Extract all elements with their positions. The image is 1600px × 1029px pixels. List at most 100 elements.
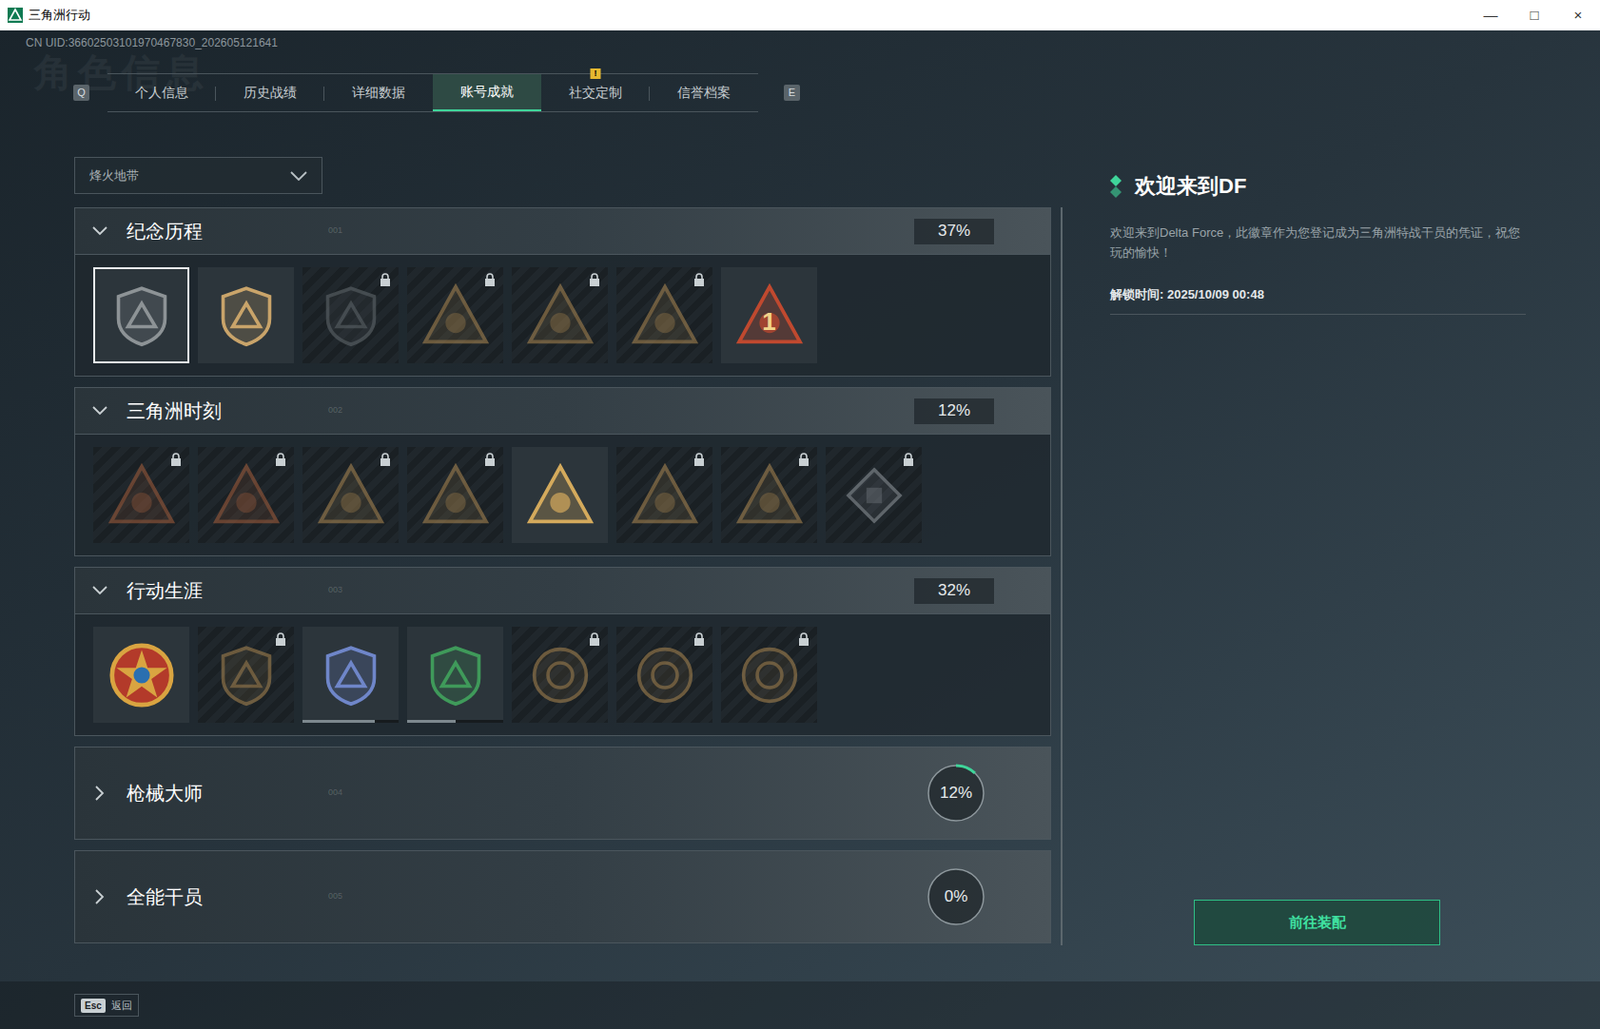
window-control-button[interactable]: — [1468,0,1513,31]
tab[interactable]: 历史战绩 [215,74,325,112]
badge-emblem-icon [419,279,492,352]
achievement-badge[interactable] [302,267,399,364]
badge-progress-track [302,720,399,723]
section-index: 002 [328,404,343,418]
badge-emblem-icon [107,281,176,351]
section-header[interactable]: 三角洲时刻 002 12% [75,388,1051,434]
back-button[interactable]: Esc返回 [74,994,139,1018]
badge-emblem-icon [210,459,283,532]
achievement-badge[interactable] [721,626,818,723]
achievement-badge[interactable] [93,626,190,723]
achievement-badge[interactable] [616,267,713,364]
lock-icon [274,452,287,467]
lock-icon [798,452,810,467]
lock-icon [484,452,496,467]
window-title: 三角洲行动 [28,5,91,25]
section-header[interactable]: 纪念历程00137% [75,208,1051,254]
achievement-badge[interactable] [511,267,608,364]
achievement-badge[interactable] [616,447,713,544]
next-tab-key[interactable]: E [783,84,800,101]
window-controls: —□× [1468,0,1600,31]
achievement-badge[interactable] [302,447,399,544]
section-title: 三角洲时刻 [126,396,317,426]
tab-label: 历史战绩 [243,82,297,103]
achievement-badge[interactable] [407,447,504,544]
lock-icon [693,452,705,467]
chevron-right-icon [92,785,108,801]
lock-icon [693,273,705,287]
achievement-badge[interactable] [616,626,713,723]
achievement-badge[interactable] [93,267,190,364]
section-header[interactable]: 行动生涯00332% [75,567,1051,614]
detail-title: 欢迎来到DF [1134,170,1247,202]
chevron-down-icon [290,171,308,181]
section-percent-label: 12% [937,398,971,424]
section-title: 枪械大师 [126,779,317,808]
section-percent-label: 37% [937,218,971,244]
achievement-section: 全能干员0050% [74,850,1052,944]
section-list: 纪念历程00137%1三角洲时刻00212%行动生涯00332%枪械大师0041… [74,207,1052,944]
badge-emblem-icon [524,459,597,532]
lock-icon [588,632,601,646]
mode-dropdown[interactable]: 烽火地带 [74,156,323,195]
section-header[interactable]: 全能干员0050% [75,851,1051,943]
section-index: 003 [328,584,343,598]
section-percent: 37% [914,218,995,245]
tab-label: 账号成就 [460,81,514,102]
achievement-badge[interactable] [721,447,818,544]
section-index: 004 [328,786,343,800]
section-percent-label: 0% [944,884,969,910]
achievement-section: 纪念历程00137%1 [74,207,1052,377]
tab[interactable]: 详细数据 [324,74,433,112]
achievement-badge[interactable] [407,626,504,723]
section-header[interactable]: 枪械大师 004 12% [75,747,1051,840]
section-index: 001 [328,224,343,238]
chevron-down-icon [92,406,108,416]
lock-icon [484,273,496,287]
badge-emblem-icon [628,459,702,532]
content-row: 烽火地带纪念历程00137%1三角洲时刻00212%行动生涯00332%枪械大师… [74,156,1600,946]
tab-divider [214,86,216,101]
progress-ring: 0% [926,867,986,927]
achievement-badge[interactable] [407,267,504,364]
tab[interactable]: 信誉档案 [649,74,759,112]
achievement-badge[interactable] [825,447,922,544]
achievement-badge[interactable] [197,447,294,544]
achievement-badge[interactable] [511,447,608,544]
section-percent-label: 32% [937,578,971,604]
detail-panel: 欢迎来到DF 欢迎来到Delta Force，此徽章作为您登记成为三角洲特战干员的… [1110,156,1526,946]
equip-button-label: 前往装配 [1288,912,1347,935]
achievement-badge[interactable] [302,626,399,723]
lock-icon [798,632,810,646]
detail-description: 欢迎来到Delta Force，此徽章作为您登记成为三角洲特战干员的凭证，祝您玩… [1110,222,1526,263]
achievement-badge[interactable] [197,267,294,364]
tab-alert-badge: ! [590,68,602,79]
tab[interactable]: 个人信息 [107,74,216,112]
progress-ring: 12% [926,763,986,823]
badge-emblem-icon [314,459,388,532]
detail-header: 欢迎来到DF [1110,170,1526,202]
back-label: 返回 [111,997,133,1015]
tab-label: 详细数据 [351,82,406,103]
badge-row [75,433,1051,556]
tab-divider [323,86,325,101]
tab[interactable]: 账号成就 [432,74,542,112]
lock-icon [274,632,287,646]
badge-emblem-icon [630,641,700,710]
achievement-badge[interactable] [197,626,294,723]
achievement-badge[interactable] [511,626,608,723]
scrollbar[interactable] [1060,207,1063,946]
achievement-section: 枪械大师 004 12% [74,746,1052,840]
badge-emblem-icon [316,281,386,351]
window-control-button[interactable]: □ [1512,0,1557,31]
prev-tab-key[interactable]: Q [73,84,90,101]
achievement-badge[interactable] [93,447,190,544]
equip-button[interactable]: 前往装配 [1193,899,1441,946]
achievement-badge[interactable]: 1 [721,267,818,364]
lock-icon [170,452,182,467]
tab[interactable]: 社交定制! [541,74,650,112]
badge-emblem-icon [524,279,597,352]
badge-emblem-icon [212,281,281,351]
window-control-button[interactable]: × [1556,0,1600,31]
badge-emblem-icon [105,459,178,532]
